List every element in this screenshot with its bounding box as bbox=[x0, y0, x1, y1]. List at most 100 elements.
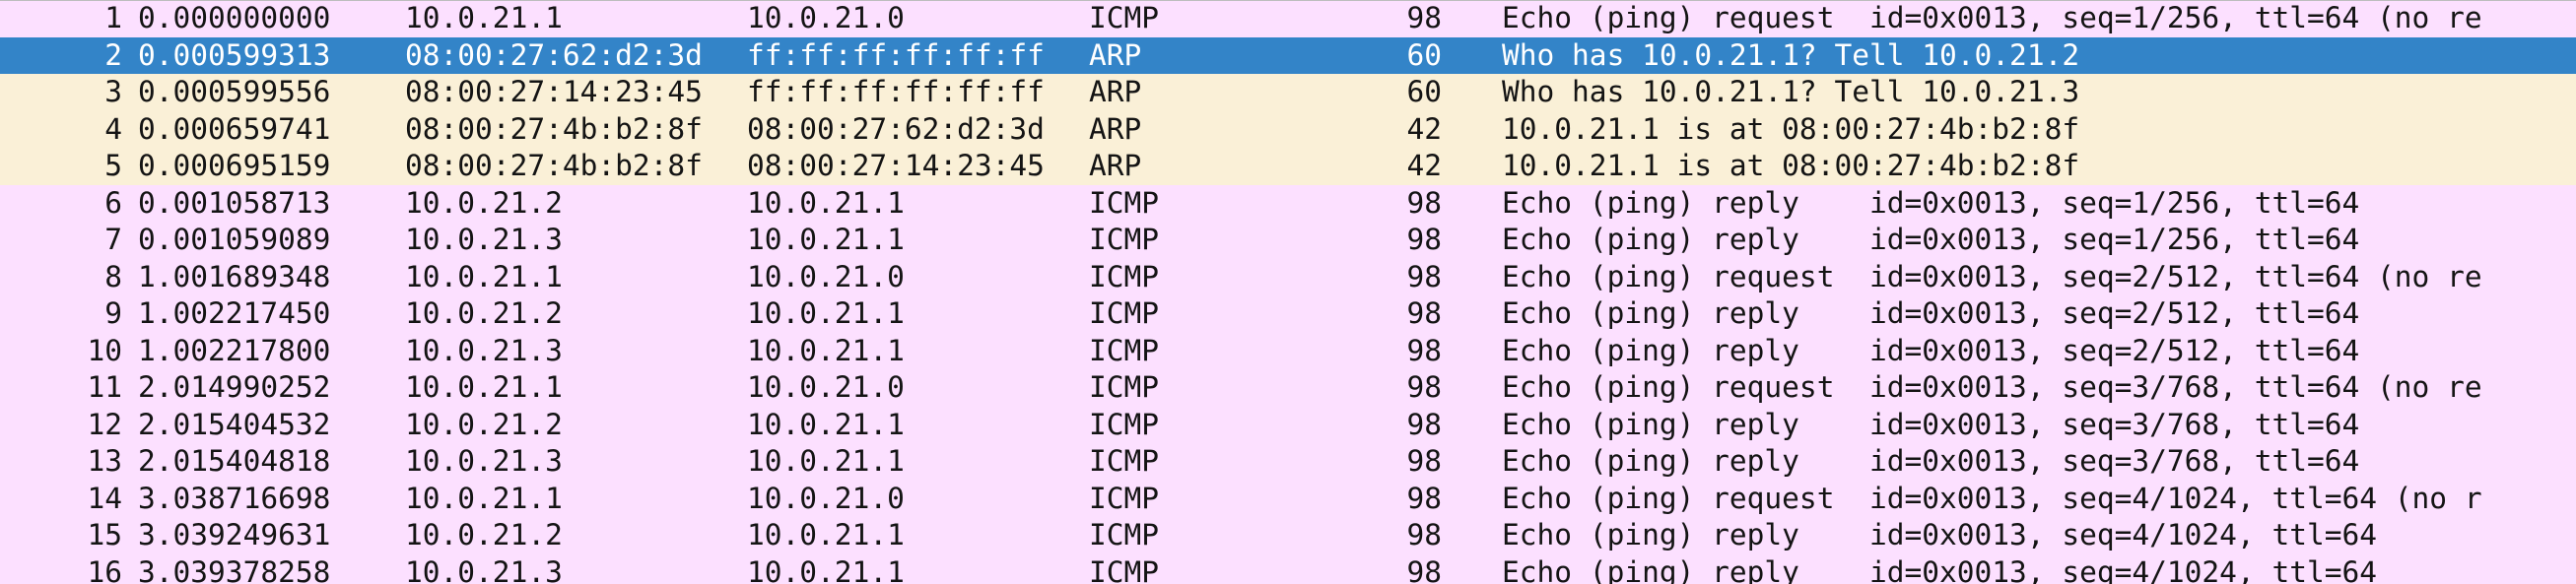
packet-protocol: ICMP bbox=[1089, 554, 1160, 584]
packet-destination: 10.0.21.1 bbox=[747, 407, 905, 441]
packet-number: 8 bbox=[104, 259, 122, 293]
packet-length: 98 bbox=[1406, 554, 1442, 584]
packet-time: 3.039249631 bbox=[138, 518, 331, 552]
packet-destination: 10.0.21.0 bbox=[747, 370, 905, 404]
packet-source: 10.0.21.2 bbox=[405, 407, 563, 441]
packet-info: Echo (ping) reply id=0x0013, seq=3/768, … bbox=[1502, 407, 2360, 441]
packet-length: 98 bbox=[1406, 444, 1442, 478]
packet-number: 5 bbox=[104, 149, 122, 182]
packet-time: 2.015404532 bbox=[138, 407, 331, 441]
packet-info: Echo (ping) reply id=0x0013, seq=4/1024,… bbox=[1502, 554, 2378, 584]
packet-protocol: ICMP bbox=[1089, 444, 1160, 478]
packet-time: 0.001058713 bbox=[138, 185, 331, 220]
packet-protocol: ICMP bbox=[1089, 185, 1160, 220]
packet-row[interactable]: 3 0.000599556 08:00:27:14:23:45 ff:ff:ff… bbox=[0, 74, 2576, 111]
packet-source: 08:00:27:4b:b2:8f bbox=[405, 149, 703, 182]
packet-number: 3 bbox=[104, 75, 122, 108]
packet-list[interactable]: 1 0.000000000 10.0.21.1 10.0.21.0 ICMP 9… bbox=[0, 0, 2576, 584]
packet-time: 0.001059089 bbox=[138, 223, 331, 256]
packet-info: Echo (ping) request id=0x0013, seq=3/768… bbox=[1502, 370, 2482, 404]
packet-number: 7 bbox=[104, 223, 122, 256]
packet-source: 10.0.21.2 bbox=[405, 518, 563, 552]
packet-row[interactable]: 15 3.039249631 10.0.21.2 10.0.21.1 ICMP … bbox=[0, 517, 2576, 554]
packet-protocol: ICMP bbox=[1089, 259, 1160, 293]
packet-source: 10.0.21.3 bbox=[405, 444, 563, 478]
packet-time: 0.000000000 bbox=[138, 1, 331, 34]
packet-info: Echo (ping) request id=0x0013, seq=2/512… bbox=[1502, 259, 2482, 293]
packet-protocol: ICMP bbox=[1089, 333, 1160, 367]
packet-destination: 10.0.21.1 bbox=[747, 333, 905, 367]
packet-source: 10.0.21.3 bbox=[405, 333, 563, 367]
packet-info: Who has 10.0.21.1? Tell 10.0.21.3 bbox=[1502, 75, 2080, 108]
packet-row[interactable]: 10 1.002217800 10.0.21.3 10.0.21.1 ICMP … bbox=[0, 332, 2576, 369]
packet-row[interactable]: 5 0.000695159 08:00:27:4b:b2:8f 08:00:27… bbox=[0, 148, 2576, 185]
packet-number: 14 bbox=[87, 481, 122, 515]
packet-info: Who has 10.0.21.1? Tell 10.0.21.2 bbox=[1502, 37, 2080, 72]
packet-protocol: ICMP bbox=[1089, 1, 1160, 34]
packet-time: 0.000599556 bbox=[138, 75, 331, 108]
packet-row[interactable]: 12 2.015404532 10.0.21.2 10.0.21.1 ICMP … bbox=[0, 406, 2576, 443]
packet-row[interactable]: 13 2.015404818 10.0.21.3 10.0.21.1 ICMP … bbox=[0, 443, 2576, 481]
packet-length: 42 bbox=[1406, 111, 1442, 146]
packet-number: 4 bbox=[104, 111, 122, 146]
packet-number: 16 bbox=[87, 554, 122, 584]
packet-source: 10.0.21.1 bbox=[405, 259, 563, 293]
packet-row[interactable]: 1 0.000000000 10.0.21.1 10.0.21.0 ICMP 9… bbox=[0, 0, 2576, 37]
packet-length: 98 bbox=[1406, 1, 1442, 34]
packet-time: 2.015404818 bbox=[138, 444, 331, 478]
packet-source: 10.0.21.1 bbox=[405, 370, 563, 404]
packet-number: 11 bbox=[87, 370, 122, 404]
packet-number: 12 bbox=[87, 407, 122, 441]
packet-protocol: ARP bbox=[1089, 37, 1142, 72]
packet-number: 13 bbox=[87, 444, 122, 478]
packet-destination: ff:ff:ff:ff:ff:ff bbox=[747, 37, 1045, 72]
packet-row[interactable]: 11 2.014990252 10.0.21.1 10.0.21.0 ICMP … bbox=[0, 369, 2576, 407]
packet-destination: 10.0.21.1 bbox=[747, 185, 905, 220]
packet-length: 98 bbox=[1406, 518, 1442, 552]
packet-source: 08:00:27:14:23:45 bbox=[405, 75, 703, 108]
packet-row[interactable]: 6 0.001058713 10.0.21.2 10.0.21.1 ICMP 9… bbox=[0, 184, 2576, 222]
packet-row[interactable]: 8 1.001689348 10.0.21.1 10.0.21.0 ICMP 9… bbox=[0, 258, 2576, 295]
packet-length: 98 bbox=[1406, 333, 1442, 367]
packet-length: 98 bbox=[1406, 223, 1442, 256]
packet-destination: 10.0.21.1 bbox=[747, 296, 905, 330]
packet-row[interactable]: 4 0.000659741 08:00:27:4b:b2:8f 08:00:27… bbox=[0, 110, 2576, 148]
packet-destination: 10.0.21.1 bbox=[747, 223, 905, 256]
packet-protocol: ARP bbox=[1089, 75, 1142, 108]
packet-row[interactable]: 14 3.038716698 10.0.21.1 10.0.21.0 ICMP … bbox=[0, 480, 2576, 517]
packet-row[interactable]: 9 1.002217450 10.0.21.2 10.0.21.1 ICMP 9… bbox=[0, 295, 2576, 333]
packet-destination: ff:ff:ff:ff:ff:ff bbox=[747, 75, 1045, 108]
packet-destination: 10.0.21.0 bbox=[747, 259, 905, 293]
packet-protocol: ICMP bbox=[1089, 296, 1160, 330]
packet-destination: 10.0.21.1 bbox=[747, 444, 905, 478]
packet-protocol: ICMP bbox=[1089, 370, 1160, 404]
packet-info: 10.0.21.1 is at 08:00:27:4b:b2:8f bbox=[1502, 111, 2080, 146]
packet-source: 10.0.21.3 bbox=[405, 223, 563, 256]
packet-length: 42 bbox=[1406, 149, 1442, 182]
packet-destination: 10.0.21.1 bbox=[747, 518, 905, 552]
packet-length: 98 bbox=[1406, 407, 1442, 441]
packet-length: 60 bbox=[1406, 75, 1442, 108]
packet-number: 9 bbox=[104, 296, 122, 330]
packet-number: 1 bbox=[104, 1, 122, 34]
packet-info: Echo (ping) reply id=0x0013, seq=1/256, … bbox=[1502, 185, 2360, 220]
packet-time: 0.000599313 bbox=[138, 37, 331, 72]
packet-destination: 10.0.21.1 bbox=[747, 554, 905, 584]
packet-info: Echo (ping) reply id=0x0013, seq=1/256, … bbox=[1502, 223, 2360, 256]
packet-row[interactable]: 16 3.039378258 10.0.21.3 10.0.21.1 ICMP … bbox=[0, 553, 2576, 584]
packet-protocol: ICMP bbox=[1089, 223, 1160, 256]
packet-source: 10.0.21.1 bbox=[405, 1, 563, 34]
packet-time: 3.038716698 bbox=[138, 481, 331, 515]
packet-info: 10.0.21.1 is at 08:00:27:4b:b2:8f bbox=[1502, 149, 2080, 182]
packet-destination: 10.0.21.0 bbox=[747, 481, 905, 515]
packet-row-selected[interactable]: 2 0.000599313 08:00:27:62:d2:3d ff:ff:ff… bbox=[0, 36, 2576, 74]
packet-length: 98 bbox=[1406, 370, 1442, 404]
packet-destination: 08:00:27:14:23:45 bbox=[747, 149, 1045, 182]
packet-destination: 10.0.21.0 bbox=[747, 1, 905, 34]
packet-source: 10.0.21.2 bbox=[405, 296, 563, 330]
packet-time: 0.000695159 bbox=[138, 149, 331, 182]
packet-protocol: ICMP bbox=[1089, 481, 1160, 515]
packet-row[interactable]: 7 0.001059089 10.0.21.3 10.0.21.1 ICMP 9… bbox=[0, 222, 2576, 259]
packet-destination: 08:00:27:62:d2:3d bbox=[747, 111, 1045, 146]
packet-info: Echo (ping) reply id=0x0013, seq=3/768, … bbox=[1502, 444, 2360, 478]
